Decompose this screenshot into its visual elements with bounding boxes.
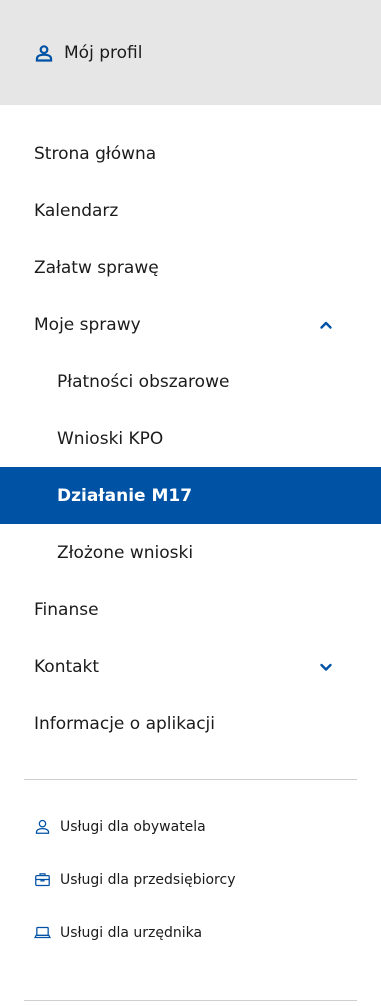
menu-item-label: Informacje o aplikacji [34, 713, 215, 734]
menu-item-handle-case[interactable]: Załatw sprawę [0, 239, 381, 296]
profile-bar[interactable]: Mój profil [0, 0, 381, 105]
menu-item-label: Złożone wnioski [57, 542, 194, 563]
menu-item-label: Wnioski KPO [57, 428, 164, 449]
menu-item-label: Finanse [34, 599, 99, 620]
menu-item-label: Kontakt [34, 656, 100, 677]
briefcase-icon [35, 873, 50, 887]
menu-item-my-cases[interactable]: Moje sprawy [0, 296, 381, 353]
menu-subitem-kpo-applications[interactable]: Wnioski KPO [0, 410, 381, 467]
menu-item-label: Kalendarz [34, 200, 119, 221]
chevron-up-icon[interactable] [319, 318, 333, 332]
footer-link-label: Usługi dla obywatela [60, 818, 206, 835]
menu-subitem-measure-m17[interactable]: Działanie M17 [0, 467, 381, 524]
menu-item-calendar[interactable]: Kalendarz [0, 182, 381, 239]
chevron-down-icon[interactable] [319, 660, 333, 674]
footer-link-entrepreneur[interactable]: Usługi dla przedsiębiorcy [0, 853, 381, 906]
menu-divider [24, 779, 357, 780]
menu-item-label: Strona główna [34, 143, 157, 164]
menu-item-app-info[interactable]: Informacje o aplikacji [0, 695, 381, 752]
footer-link-label: Usługi dla przedsiębiorcy [60, 871, 236, 888]
menu-subitem-submitted-applications[interactable]: Złożone wnioski [0, 524, 381, 581]
footer-link-citizen[interactable]: Usługi dla obywatela [0, 800, 381, 853]
footer-link-label: Usługi dla urzędnika [60, 924, 203, 941]
menu-item-label: Załatw sprawę [34, 257, 159, 278]
menu-item-label: Działanie M17 [57, 485, 193, 506]
menu-subitem-area-payments[interactable]: Płatności obszarowe [0, 353, 381, 410]
menu-item-finances[interactable]: Finanse [0, 581, 381, 638]
bottom-divider [24, 1000, 357, 1001]
side-menu: Strona główna Kalendarz Załatw sprawę Mo… [0, 125, 381, 752]
footer-link-official[interactable]: Usługi dla urzędnika [0, 906, 381, 959]
menu-item-contact[interactable]: Kontakt [0, 638, 381, 695]
menu-item-home[interactable]: Strona główna [0, 125, 381, 182]
menu-item-label: Moje sprawy [34, 314, 141, 335]
user-icon [35, 44, 53, 62]
laptop-icon [34, 926, 51, 939]
person-outline-icon [35, 819, 50, 834]
menu-item-label: Płatności obszarowe [57, 371, 230, 392]
profile-label: Mój profil [64, 42, 143, 63]
